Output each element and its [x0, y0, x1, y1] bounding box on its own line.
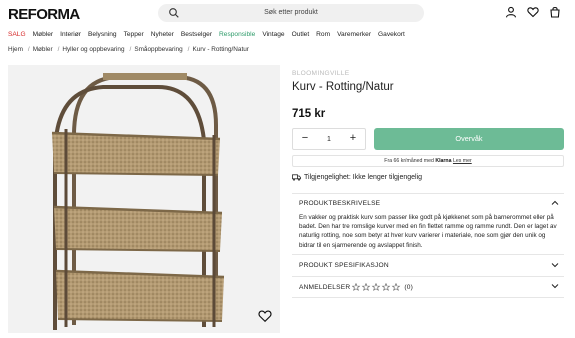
- nav-item-mobler[interactable]: Møbler: [33, 31, 54, 38]
- divider: [292, 193, 564, 194]
- chevron-down-icon[interactable]: [551, 261, 559, 269]
- availability: Tilgjengelighet: Ikke lenger tilgjengeli…: [292, 174, 422, 181]
- breadcrumb-current: Kurv - Rotting/Natur: [192, 46, 249, 53]
- watch-button[interactable]: Overvåk: [374, 128, 564, 150]
- nav-item-responsible[interactable]: Responsible: [219, 31, 255, 38]
- cart-icon[interactable]: [549, 6, 561, 18]
- nav-item-varemerker[interactable]: Varemerker: [337, 31, 371, 38]
- klarna-logo: Klarna: [435, 158, 452, 164]
- divider: [292, 297, 564, 298]
- nav-item-outlet[interactable]: Outlet: [292, 31, 310, 38]
- product-brand[interactable]: BLOOMINGVILLE: [292, 70, 349, 77]
- breadcrumb-separator: /: [129, 46, 132, 53]
- wishlist-heart-icon[interactable]: [258, 309, 272, 323]
- chevron-down-icon[interactable]: [551, 282, 559, 290]
- accordion-description-header[interactable]: PRODUKTBESKRIVELSE: [299, 200, 380, 207]
- reviews-title: ANMELDELSER: [299, 283, 351, 291]
- klarna-banner: Fra 66 kr/måned med Klarna Les mer: [292, 155, 564, 167]
- breadcrumb-item[interactable]: Hyller og oppbevaring: [62, 46, 124, 53]
- nav-item-vintage[interactable]: Vintage: [262, 31, 284, 38]
- nav-item-belysning[interactable]: Belysning: [88, 31, 117, 38]
- chevron-up-icon[interactable]: [551, 199, 559, 207]
- breadcrumb-separator: /: [27, 46, 30, 53]
- breadcrumb: Hjem / Møbler / Hyller og oppbevaring / Småopp…: [8, 46, 251, 53]
- accordion-reviews-header[interactable]: ANMELDELSER (0): [299, 283, 413, 291]
- product-price: 715 kr: [292, 108, 326, 120]
- nav-item-gavekort[interactable]: Gavekort: [378, 31, 405, 38]
- quantity-stepper: − 1 +: [292, 128, 366, 150]
- nav-item-bestselger[interactable]: Bestselger: [181, 31, 212, 38]
- quantity-increase-button[interactable]: +: [346, 132, 360, 144]
- product-description: En vakker og praktisk kurv som passer li…: [299, 214, 557, 249]
- nav-item-interior[interactable]: Interiør: [60, 31, 81, 38]
- product-title: Kurv - Rotting/Natur: [292, 81, 394, 93]
- breadcrumb-separator: /: [187, 46, 190, 53]
- nav-item-rom[interactable]: Rom: [316, 31, 330, 38]
- search-input[interactable]: Søk etter produkt: [158, 4, 424, 22]
- star-rating-icon: [352, 283, 401, 291]
- accordion-spec-header[interactable]: PRODUKT SPESIFIKASJON: [299, 262, 389, 269]
- divider: [292, 276, 564, 277]
- breadcrumb-item[interactable]: Småoppbevaring: [134, 46, 182, 53]
- heart-icon[interactable]: [527, 6, 539, 18]
- availability-text: Tilgjengelighet: Ikke lenger tilgjengeli…: [304, 174, 423, 181]
- user-icon[interactable]: [505, 6, 517, 18]
- divider: [292, 254, 564, 255]
- truck-icon: [292, 174, 301, 181]
- main-nav: SALG Møbler Interiør Belysning Tepper Ny…: [8, 31, 405, 38]
- breadcrumb-item[interactable]: Hjem: [8, 46, 23, 53]
- klarna-text: Fra 66 kr/måned med: [384, 158, 434, 164]
- reviews-count: (0): [404, 283, 414, 291]
- rattan-basket-image: [51, 73, 225, 330]
- header: REFORMA Søk etter produkt: [0, 0, 575, 28]
- nav-item-tepper[interactable]: Tepper: [124, 31, 144, 38]
- klarna-read-more-link[interactable]: Les mer: [453, 158, 472, 164]
- breadcrumb-separator: /: [57, 46, 60, 53]
- logo[interactable]: REFORMA: [8, 6, 80, 23]
- search-placeholder: Søk etter produkt: [264, 9, 318, 16]
- nav-item-salg[interactable]: SALG: [8, 31, 26, 38]
- nav-item-nyheter[interactable]: Nyheter: [151, 31, 174, 38]
- breadcrumb-item[interactable]: Møbler: [33, 46, 53, 53]
- product-image[interactable]: [8, 65, 280, 333]
